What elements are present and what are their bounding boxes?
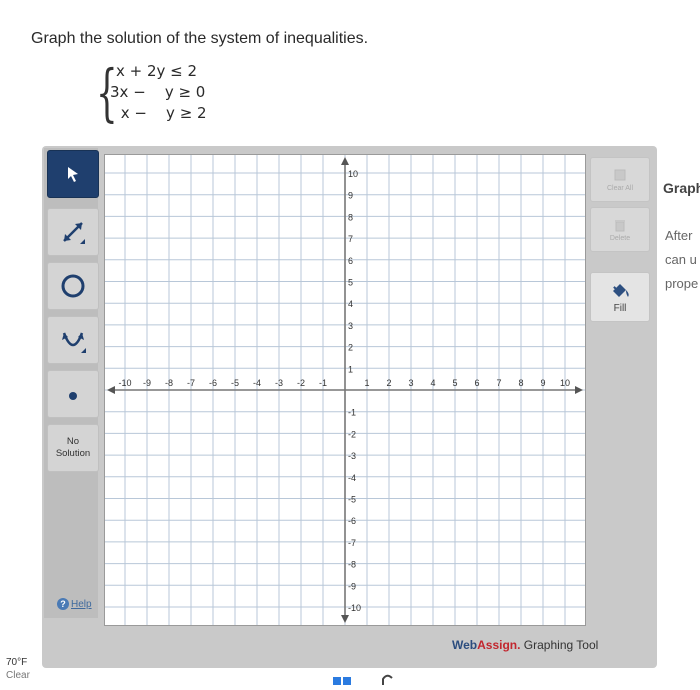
brand-tool: Graphing Tool [520, 638, 599, 652]
y-tick-label: 1 [348, 364, 353, 374]
point-icon [69, 392, 77, 400]
y-tick-label: 8 [348, 212, 353, 222]
brand-assign: Assign. [477, 638, 521, 652]
help-icon: ? [57, 598, 69, 610]
x-tick-label: -2 [297, 378, 305, 388]
y-tick-label: 10 [348, 169, 358, 179]
delete-label: Delete [609, 235, 631, 242]
x-tick-label: 1 [364, 378, 369, 388]
y-tick-label: -8 [348, 560, 356, 570]
x-tick-label: -9 [143, 378, 151, 388]
no-solution-label-line2: Solution [55, 448, 91, 459]
x-tick-label: -3 [275, 378, 283, 388]
x-tick-label: -7 [187, 378, 195, 388]
y-tick-label: 9 [348, 191, 353, 201]
parabola-icon [62, 332, 86, 353]
clear-all-label: Clear All [606, 185, 634, 192]
taskbar-app-icon[interactable] [380, 672, 394, 685]
parabola-tool-button[interactable] [47, 316, 99, 364]
inequality-3: x − y ≥ 2 [116, 104, 207, 122]
x-axis-arrow-left-icon [107, 386, 115, 394]
y-tick-label: -7 [348, 538, 356, 548]
coordinate-plane[interactable]: -10 -9 -8 -7 -6 -5 -4 -3 -2 -1 1 2 3 4 5 6 7 8 9 10 10 9 8 7 6 5 4… [105, 155, 585, 625]
y-tick-label: -10 [348, 603, 361, 613]
x-tick-label: 2 [386, 378, 391, 388]
line-tool-button[interactable] [47, 208, 99, 256]
side-panel-line2: can u [665, 252, 697, 267]
x-tick-label: -6 [209, 378, 217, 388]
y-tick-label: 5 [348, 278, 353, 288]
help-link[interactable]: ? Help [57, 598, 92, 610]
taskbar-start-icon[interactable] [333, 672, 353, 685]
right-toolbar: Clear All Delete Fill [590, 155, 655, 335]
point-tool-button[interactable] [47, 370, 99, 418]
fill-button[interactable]: Fill [590, 272, 650, 322]
clear-all-button[interactable]: Clear All [590, 157, 650, 202]
x-tick-label: -10 [118, 378, 131, 388]
x-tick-label: 5 [452, 378, 457, 388]
help-label: Help [71, 598, 92, 610]
y-tick-label: -5 [348, 495, 356, 505]
no-solution-button[interactable]: No Solution [47, 424, 99, 472]
paint-bucket-icon [613, 283, 629, 297]
graph-canvas[interactable]: -10 -9 -8 -7 -6 -5 -4 -3 -2 -1 1 2 3 4 5 6 7 8 9 10 10 9 8 7 6 5 4… [104, 154, 586, 626]
y-tick-label: -4 [348, 473, 356, 483]
no-solution-label-line1: No [66, 436, 80, 447]
x-tick-label: -4 [253, 378, 261, 388]
x-tick-label: 10 [560, 378, 570, 388]
x-tick-label: 3 [408, 378, 413, 388]
x-tick-label: 7 [496, 378, 501, 388]
line-arrow-icon [63, 222, 85, 244]
y-tick-label: 6 [348, 256, 353, 266]
y-axis-arrow-down-icon [341, 615, 349, 623]
inequality-system: { x + 2y ≤ 2 3x − y ≥ 0 x − y ≥ 2 [96, 58, 236, 128]
brand-web: Web [452, 638, 478, 652]
y-tick-label: 2 [348, 343, 353, 353]
y-tick-label: -1 [348, 408, 356, 418]
inequality-2: 3x − y ≥ 0 [110, 83, 206, 101]
y-tick-label: -2 [348, 429, 356, 439]
y-tick-label: 3 [348, 321, 353, 331]
side-panel: Graph After can u prope [657, 160, 700, 340]
y-tick-label: -3 [348, 451, 356, 461]
circle-tool-button[interactable] [47, 262, 99, 310]
no-solution-label: No Solution [56, 436, 90, 460]
x-tick-label: 6 [474, 378, 479, 388]
question-prompt: Graph the solution of the system of ineq… [31, 30, 369, 47]
fill-label: Fill [613, 302, 627, 314]
inequality-1: x + 2y ≤ 2 [116, 62, 198, 80]
y-tick-label: -9 [348, 581, 356, 591]
weather-temp: 70°F [6, 657, 28, 668]
y-tick-label: 4 [348, 299, 353, 309]
trash-icon [615, 220, 625, 232]
weather-condition: Clear [6, 670, 30, 681]
circle-icon [61, 274, 85, 298]
webassign-brand: WebAssign. Graphing Tool [452, 638, 598, 652]
x-axis-arrow-right-icon [575, 386, 583, 394]
y-axis-arrow-up-icon [341, 157, 349, 165]
x-tick-label: 4 [430, 378, 435, 388]
side-panel-line1: After [665, 228, 693, 243]
y-tick-label: -6 [348, 516, 356, 526]
x-tick-label: -8 [165, 378, 173, 388]
x-tick-label: -1 [319, 378, 327, 388]
pointer-tool-button[interactable] [47, 150, 99, 198]
x-tick-label: 9 [540, 378, 545, 388]
y-tick-label: 7 [348, 234, 353, 244]
side-panel-line3: prope [665, 276, 699, 291]
x-tick-label: -5 [231, 378, 239, 388]
clear-all-icon [614, 169, 626, 181]
side-panel-title: Graph [663, 180, 700, 196]
x-tick-label: 8 [518, 378, 523, 388]
weather-widget[interactable]: 70°F Clear [6, 656, 30, 682]
pointer-icon [68, 167, 78, 182]
delete-button[interactable]: Delete [590, 207, 650, 252]
